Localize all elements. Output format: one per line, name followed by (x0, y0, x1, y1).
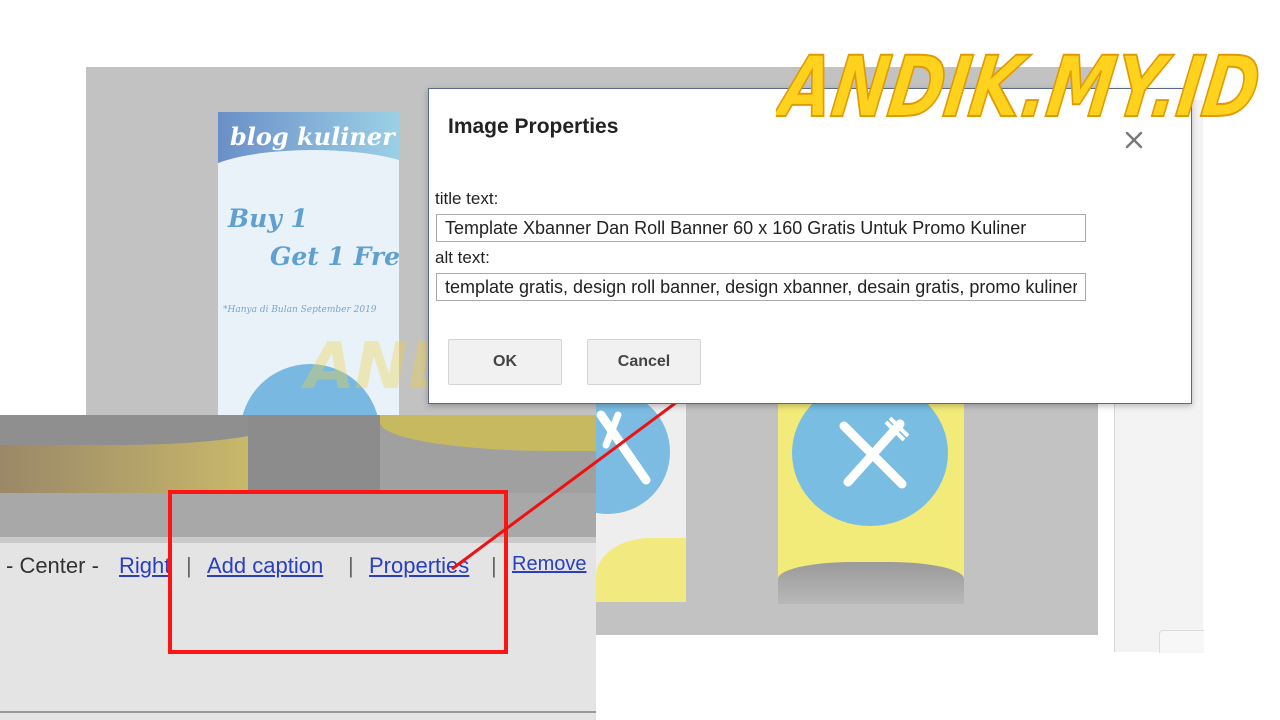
banner-promo-line-1: Buy 1 (228, 204, 308, 233)
alt-text-field[interactable] (436, 273, 1086, 301)
banner-image-2[interactable] (596, 390, 686, 602)
right-link[interactable]: Right (119, 553, 170, 579)
banner-promo-line-2: Get 1 Free (270, 242, 399, 271)
cancel-button[interactable]: Cancel (587, 339, 701, 385)
alt-text-label: alt text: (435, 248, 490, 267)
ok-button[interactable]: OK (448, 339, 562, 385)
panel-tab (1159, 630, 1204, 653)
image-preview-strip (0, 415, 596, 493)
image-properties-dialog: Image Properties title text: alt text: O… (428, 88, 1192, 404)
title-text-label: title text: (435, 189, 499, 208)
dialog-title: Image Properties (448, 115, 619, 138)
banner-image-3[interactable] (778, 390, 964, 604)
watermark-logo-text: ANDIK.MY.ID (776, 38, 1266, 134)
fork-knife-icon (596, 410, 651, 485)
annotation-highlight-box (168, 490, 508, 654)
center-text: - Center - (6, 553, 99, 578)
banner-brand-text: blog kuliner (230, 122, 395, 151)
fork-knife-icon (839, 416, 910, 489)
banner-note: *Hanya di Bulan September 2019 (223, 305, 377, 315)
title-text-field[interactable] (436, 214, 1086, 242)
watermark-logo: ANDIK.MY.ID (776, 37, 1266, 134)
remove-link[interactable]: Remove (512, 553, 586, 576)
